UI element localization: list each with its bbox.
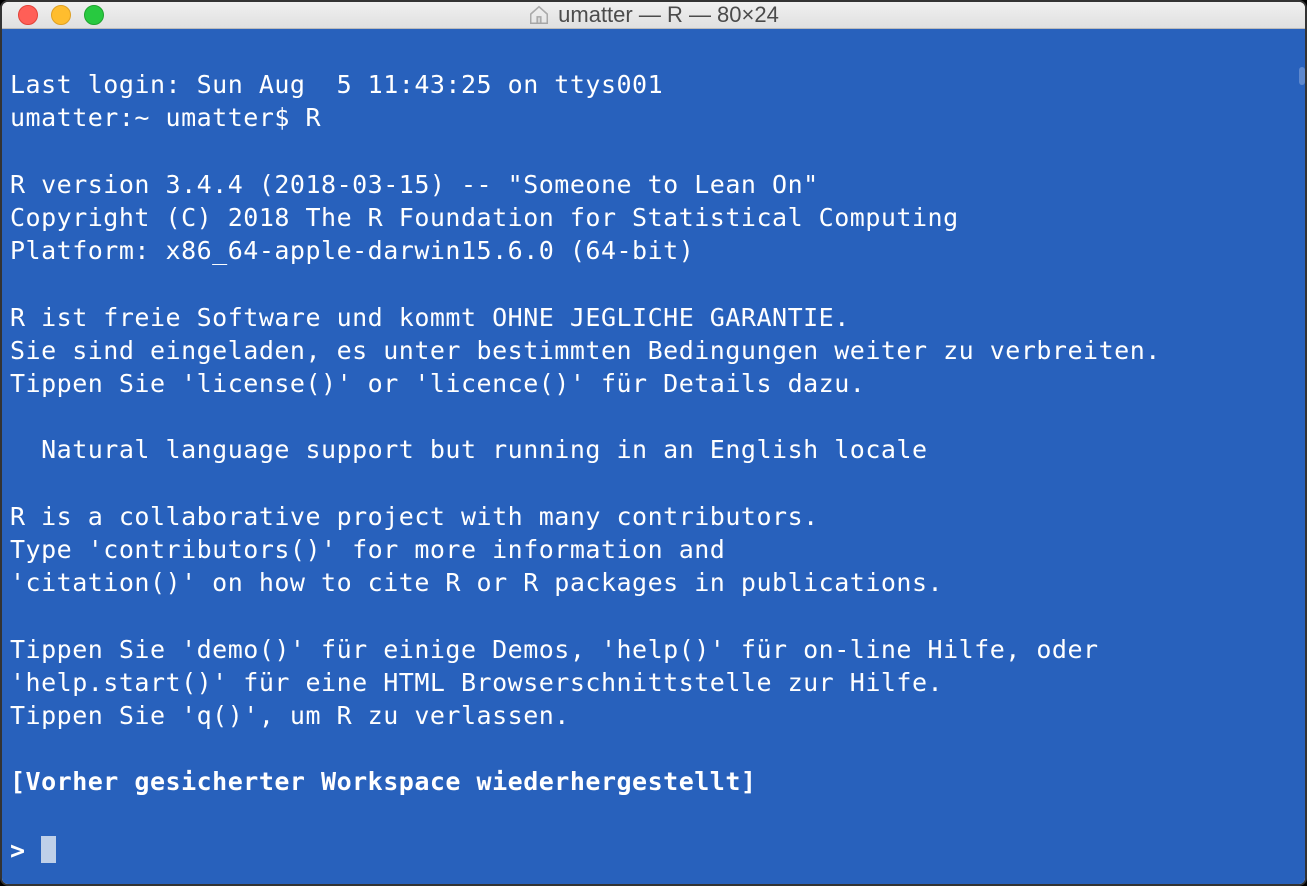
minimize-button[interactable] <box>51 5 71 25</box>
terminal-line: 'help.start()' für eine HTML Browserschn… <box>10 668 943 697</box>
terminal-line: Sie sind eingeladen, es unter bestimmten… <box>10 336 1161 365</box>
terminal-line-restored: [Vorher gesicherter Workspace wiederherg… <box>10 767 756 796</box>
terminal-line: Tippen Sie 'demo()' für einige Demos, 'h… <box>10 635 1099 664</box>
home-icon <box>528 4 550 26</box>
terminal-line: R version 3.4.4 (2018-03-15) -- "Someone… <box>10 170 819 199</box>
terminal-line: 'citation()' on how to cite R or R packa… <box>10 568 943 597</box>
window-title: umatter — R — 80×24 <box>558 2 779 28</box>
terminal-line: R ist freie Software und kommt OHNE JEGL… <box>10 303 850 332</box>
terminal-line: Type 'contributors()' for more informati… <box>10 535 725 564</box>
terminal-prompt: > <box>10 836 41 865</box>
maximize-button[interactable] <box>84 5 104 25</box>
terminal-line: Natural language support but running in … <box>10 435 928 464</box>
terminal-line: Tippen Sie 'license()' or 'licence()' fü… <box>10 369 865 398</box>
terminal-line: R is a collaborative project with many c… <box>10 502 819 531</box>
titlebar[interactable]: umatter — R — 80×24 <box>2 2 1305 29</box>
terminal-line: umatter:~ umatter$ R <box>10 103 321 132</box>
terminal-window: umatter — R — 80×24 Last login: Sun Aug … <box>0 0 1307 886</box>
terminal-line: Last login: Sun Aug 5 11:43:25 on ttys00… <box>10 70 663 99</box>
terminal-area[interactable]: Last login: Sun Aug 5 11:43:25 on ttys00… <box>2 29 1305 886</box>
scrollbar-thumb[interactable] <box>1299 67 1305 85</box>
terminal-line: Tippen Sie 'q()', um R zu verlassen. <box>10 701 570 730</box>
traffic-lights <box>2 5 104 25</box>
terminal-line: Platform: x86_64-apple-darwin15.6.0 (64-… <box>10 236 694 265</box>
close-button[interactable] <box>18 5 38 25</box>
window-title-wrap: umatter — R — 80×24 <box>2 2 1305 28</box>
terminal-line: Copyright (C) 2018 The R Foundation for … <box>10 203 959 232</box>
terminal-cursor <box>41 836 56 863</box>
